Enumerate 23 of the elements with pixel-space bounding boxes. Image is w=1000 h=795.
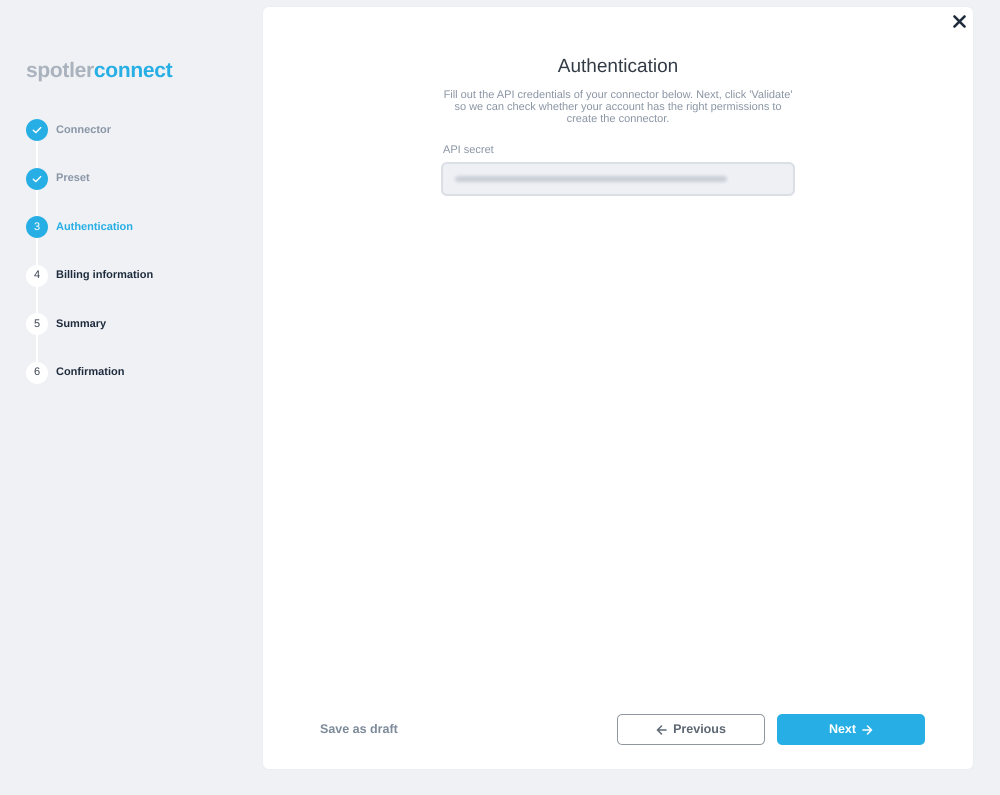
next-button[interactable]: Next: [777, 714, 925, 745]
step-label[interactable]: Preset: [56, 170, 90, 187]
step-number: 4: [26, 264, 48, 286]
close-icon: [952, 14, 966, 28]
step-label[interactable]: Connector: [56, 122, 111, 138]
close-button[interactable]: [951, 13, 967, 29]
step-label[interactable]: Confirmation: [56, 364, 124, 381]
step-label[interactable]: Billing information: [56, 267, 154, 284]
step-number: 3: [26, 216, 48, 238]
arrow-left-icon: [656, 724, 668, 734]
logo-text: spotler: [26, 58, 94, 84]
dialog-description: Fill out the API credentials of your connector below. Next, click 'Validate' so we can check whether your account has the right permissions to create the connector.: [442, 89, 794, 125]
step-number: 5: [26, 313, 48, 335]
dialog-title: Authentication: [558, 55, 678, 79]
save-draft-button[interactable]: Save as draft: [320, 720, 398, 739]
field-label: API secret: [443, 143, 495, 157]
previous-button[interactable]: Previous: [617, 714, 765, 745]
step-number: 6: [26, 362, 48, 384]
step-label[interactable]: Summary: [56, 316, 106, 332]
logo-text: connect: [94, 58, 172, 84]
step-label[interactable]: Authentication: [56, 218, 133, 236]
arrow-right-icon: [862, 724, 874, 734]
api-secret-field[interactable]: [441, 162, 795, 196]
